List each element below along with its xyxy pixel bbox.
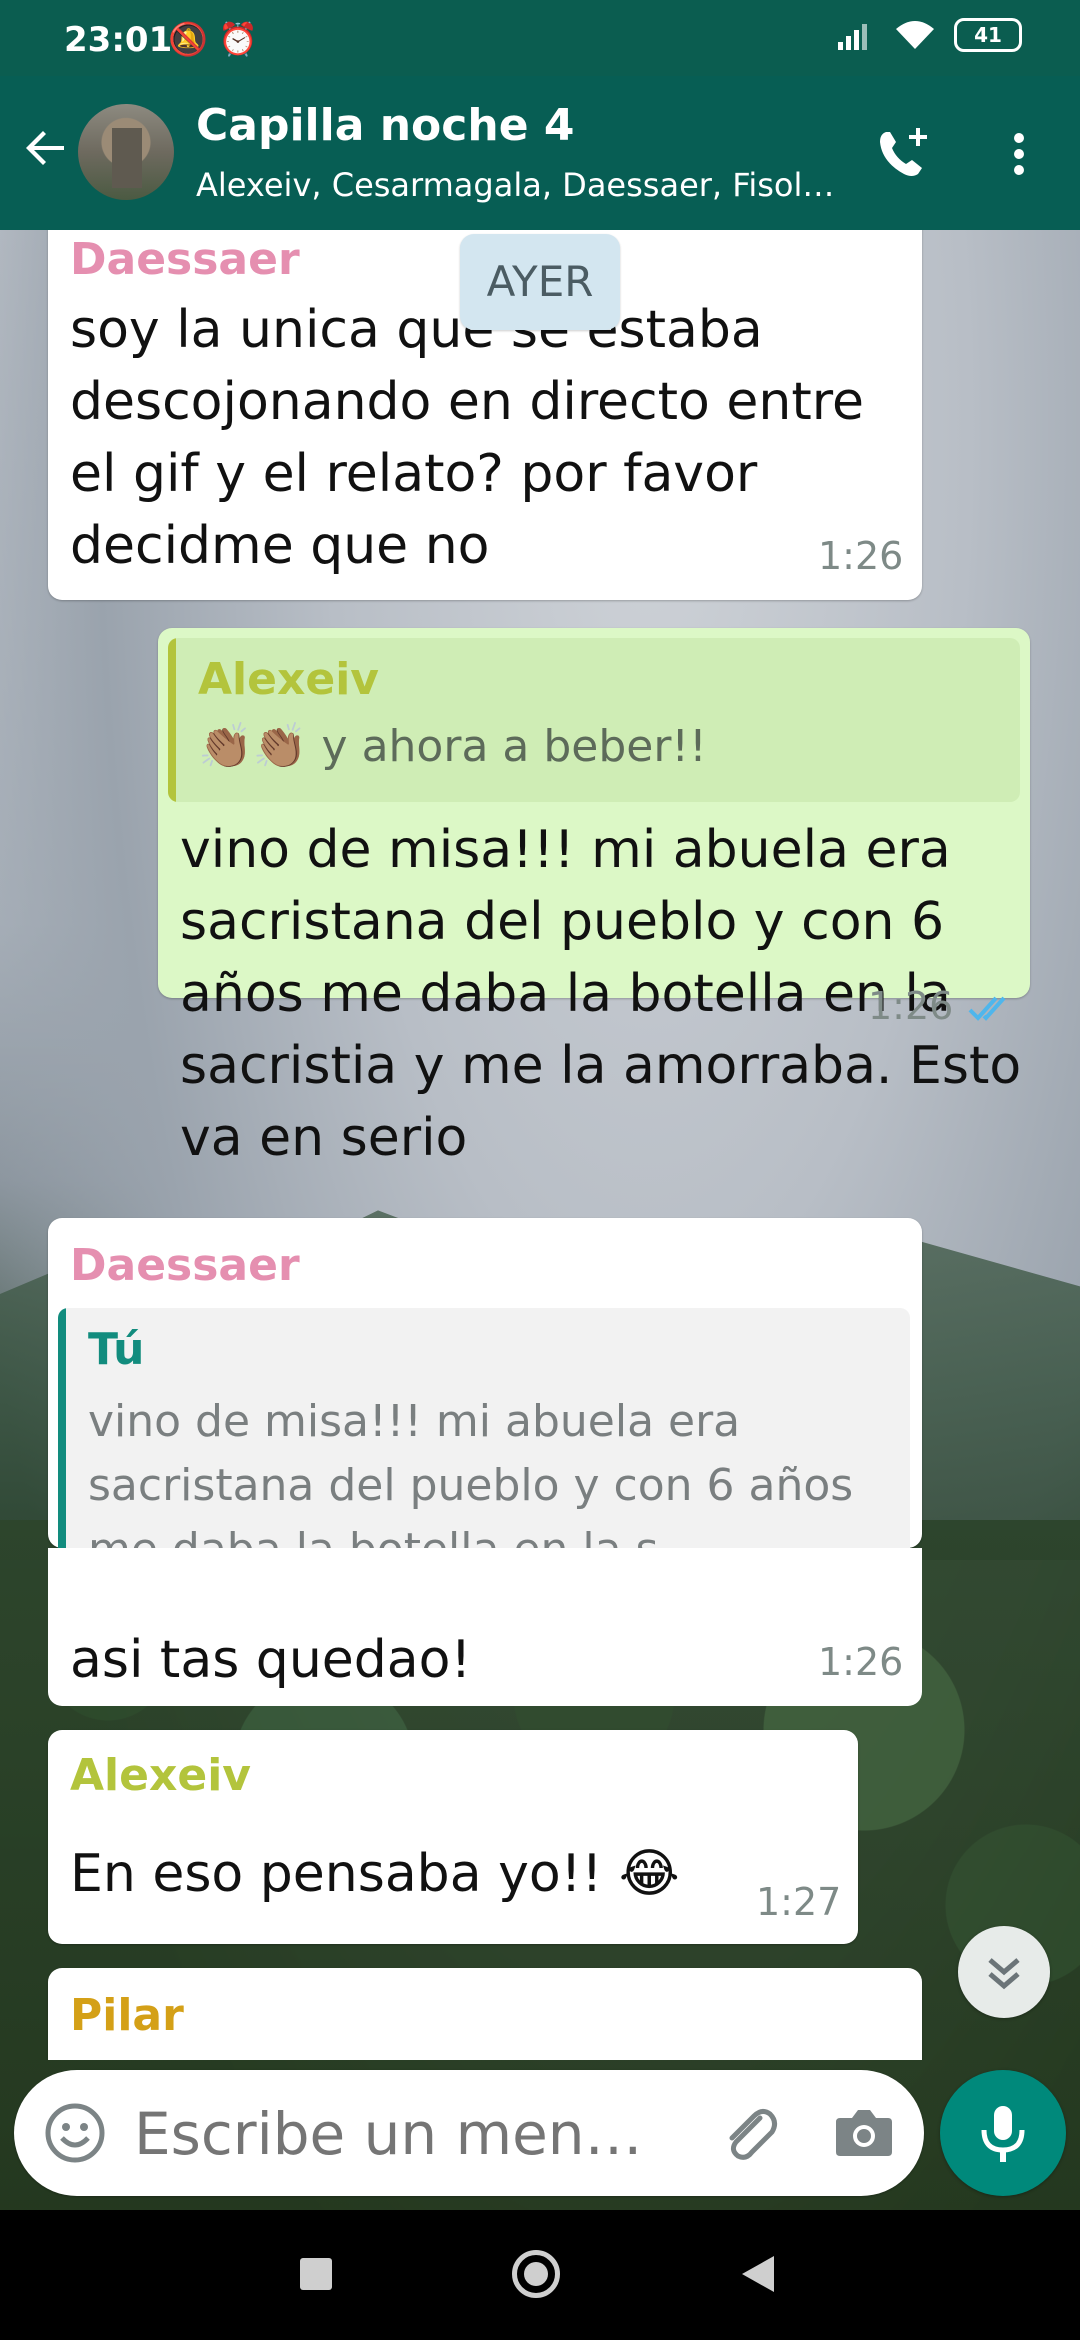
system-navigation-bar	[0, 2210, 1080, 2340]
group-avatar[interactable]	[78, 104, 174, 200]
message-input[interactable]	[132, 2096, 696, 2172]
notification-icons: 🔕 ⏰	[168, 20, 258, 58]
back-arrow-icon[interactable]	[18, 120, 74, 176]
message-sender: Alexeiv	[70, 1750, 251, 1801]
attach-icon[interactable]	[716, 2100, 782, 2166]
recents-button[interactable]	[300, 2258, 332, 2290]
quoted-message[interactable]: Alexeiv 👏🏽👏🏽 y ahora a beber!!	[168, 638, 1020, 802]
home-button[interactable]	[512, 2250, 560, 2298]
quote-author: Tú	[88, 1324, 145, 1375]
status-icons: 41	[836, 18, 1022, 52]
wifi-icon	[896, 21, 934, 49]
microphone-icon	[981, 2106, 1025, 2162]
date-divider: AYER	[460, 234, 620, 330]
signal-icon	[838, 24, 867, 50]
status-bar: 23:01 🔕 ⏰ 41	[0, 0, 1080, 76]
message-bubble[interactable]: Daessaer Tú vino de misa!!! mi abuela er…	[48, 1218, 922, 1600]
message-bubble-outgoing[interactable]: Alexeiv 👏🏽👏🏽 y ahora a beber!! vino de m…	[158, 628, 1030, 1168]
message-sender: Daessaer	[70, 1240, 300, 1291]
camera-icon[interactable]	[832, 2102, 896, 2164]
message-time: 1:26	[818, 534, 904, 578]
message-bubble[interactable]: Alexeiv En eso pensaba yo!! 😂 1:27	[48, 1730, 858, 1944]
message-time: 1:26	[818, 1640, 904, 1684]
status-time: 23:01	[64, 20, 173, 60]
chat-header: Capilla noche 4 Alexeiv, Cesarmagala, Da…	[0, 76, 1080, 230]
message-time: 1:27	[756, 1880, 842, 1924]
emoji-icon[interactable]	[44, 2102, 106, 2164]
scroll-to-bottom-button[interactable]	[958, 1926, 1050, 2018]
chat-participants[interactable]: Alexeiv, Cesarmagala, Daessaer, Fisol…	[196, 166, 836, 204]
quote-accent-bar	[168, 638, 176, 802]
message-text: En eso pensaba yo!! 😂	[70, 1844, 680, 1904]
more-options-icon[interactable]	[1004, 124, 1034, 184]
message-time: 1:26	[868, 984, 954, 1028]
message-text: soy la unica que se estaba descojonando …	[70, 300, 864, 576]
message-input-bar	[14, 2070, 924, 2196]
message-sender: Pilar	[70, 1990, 184, 2041]
voice-message-button[interactable]	[940, 2070, 1066, 2196]
system-back-button[interactable]	[742, 2256, 774, 2292]
chat-title[interactable]: Capilla noche 4	[196, 100, 574, 151]
quote-author: Alexeiv	[198, 654, 379, 705]
message-text: asi tas quedao!	[70, 1630, 472, 1690]
message-sender: Daessaer	[70, 234, 300, 285]
read-receipt-icon	[968, 996, 1006, 1021]
add-call-icon[interactable]	[872, 124, 932, 184]
message-list[interactable]: Daessaer soy la unica que se estaba desc…	[0, 230, 1080, 2060]
message-bubble[interactable]: Pilar	[48, 1968, 922, 2060]
battery-icon: 41	[954, 18, 1022, 52]
double-chevron-down-icon	[988, 1958, 1020, 1990]
quote-text: 👏🏽👏🏽 y ahora a beber!!	[198, 721, 707, 772]
